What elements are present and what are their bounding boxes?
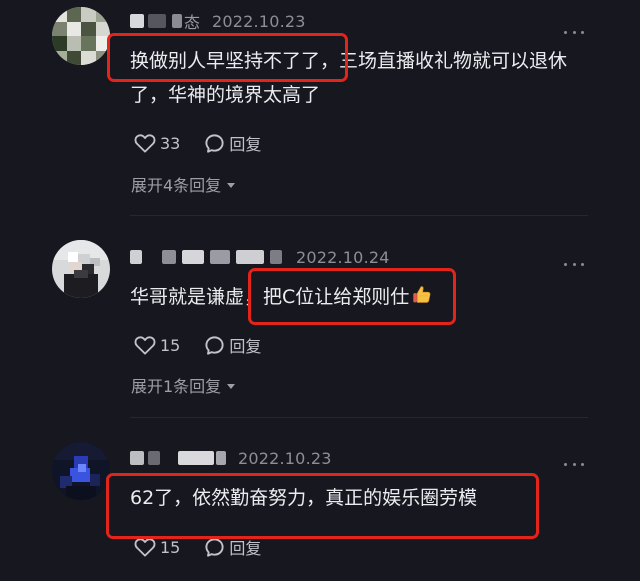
- heart-outline-icon: [134, 538, 156, 557]
- thumbs-up-emoji-icon: [413, 286, 431, 303]
- reply-button[interactable]: 回复: [204, 333, 261, 357]
- reply-label: 回复: [229, 337, 262, 356]
- expand-replies-button[interactable]: 展开1条回复: [131, 373, 236, 397]
- speech-bubble-icon: [205, 537, 224, 557]
- reply-button[interactable]: 回复: [204, 535, 261, 559]
- name-blur: [148, 451, 160, 465]
- expand-replies-button[interactable]: 展开4条回复: [131, 172, 236, 196]
- name-blur: [210, 250, 230, 264]
- chevron-down-icon: [227, 383, 236, 389]
- like-button[interactable]: 15: [134, 335, 180, 355]
- name-blur: [270, 250, 282, 264]
- avatar[interactable]: [52, 7, 110, 65]
- more-dots-icon[interactable]: [564, 260, 584, 268]
- heart-outline-icon: [134, 336, 156, 355]
- reply-button[interactable]: 回复: [204, 131, 261, 155]
- comment-date: 2022.10.24: [296, 247, 390, 267]
- speech-bubble-icon: [205, 335, 224, 355]
- reply-label: 回复: [229, 539, 262, 558]
- divider: [130, 215, 588, 216]
- reply-label: 回复: [229, 135, 262, 154]
- like-count: 33: [160, 133, 181, 153]
- name-blur: [130, 14, 144, 28]
- name-blur: [130, 250, 142, 264]
- name-blur: [148, 14, 166, 28]
- comment-text: 换做别人早坚持不了了，三场直播收礼物就可以退休了，华神的境界太高了: [130, 50, 568, 106]
- comment-text: 华哥就是谦虚，把C位让给郑则仕: [130, 280, 600, 314]
- name-blur: [182, 250, 204, 264]
- comment-date: 2022.10.23: [238, 448, 332, 468]
- author-name-tail: 态: [184, 13, 201, 32]
- name-blur: [178, 451, 214, 465]
- name-blur: [216, 451, 226, 465]
- more-dots-icon[interactable]: [564, 460, 584, 468]
- comment-actions: 15 回复: [134, 333, 261, 357]
- comment-text-content: 华哥就是谦虚，把C位让给郑则仕: [130, 286, 410, 308]
- like-button[interactable]: 15: [134, 537, 180, 557]
- name-blur: [130, 451, 144, 465]
- name-blur: [172, 14, 182, 28]
- expand-replies-label: 展开4条回复: [131, 176, 222, 195]
- name-blur: [236, 250, 264, 264]
- more-dots-icon[interactable]: [564, 28, 584, 36]
- name-blur: [162, 250, 176, 264]
- speech-bubble-icon: [205, 133, 224, 153]
- heart-outline-icon: [134, 134, 156, 153]
- like-count: 15: [160, 335, 181, 355]
- author-name[interactable]: 2022.10.23: [130, 446, 332, 470]
- avatar[interactable]: [52, 442, 110, 500]
- expand-replies-label: 展开1条回复: [131, 377, 222, 396]
- chevron-down-icon: [227, 182, 236, 188]
- comment-actions: 15 回复: [134, 535, 261, 559]
- comment-actions: 33 回复: [134, 131, 261, 155]
- comment-date: 2022.10.23: [212, 11, 306, 31]
- avatar[interactable]: [52, 240, 110, 298]
- author-name[interactable]: 2022.10.24: [130, 245, 390, 269]
- like-button[interactable]: 33: [134, 133, 180, 153]
- divider: [130, 417, 588, 418]
- author-name[interactable]: 态 2022.10.23: [130, 9, 306, 33]
- like-count: 15: [160, 537, 181, 557]
- comment-text: 62了，依然勤奋努力，真正的娱乐圈劳模: [130, 487, 478, 509]
